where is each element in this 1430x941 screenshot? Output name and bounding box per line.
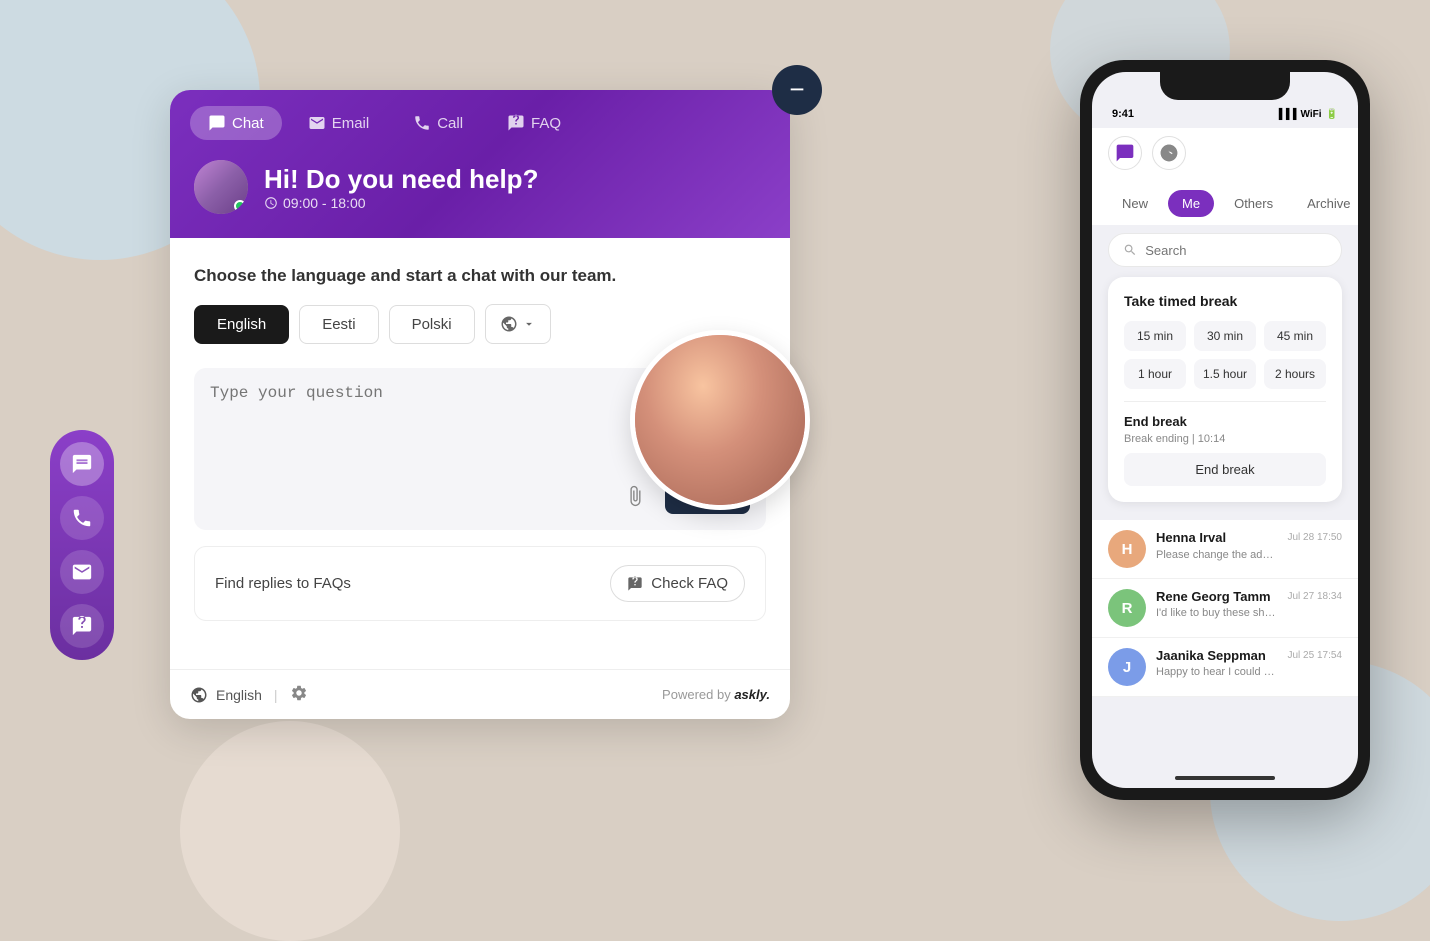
break-card: Take timed break 15 min 30 min 45 min 1 … xyxy=(1108,277,1342,502)
phone-mockup: 9:41 ▐▐▐ WiFi 🔋 xyxy=(1080,60,1370,800)
faq-text: Find replies to FAQs xyxy=(215,575,351,592)
phone-tab-me[interactable]: Me xyxy=(1168,190,1214,217)
chat-item-3[interactable]: J Jaanika Seppman Happy to hear I could … xyxy=(1092,638,1358,697)
chat-name-1: Henna Irval xyxy=(1156,530,1278,545)
gear-icon xyxy=(290,684,308,702)
break-15min[interactable]: 15 min xyxy=(1124,321,1186,351)
chat-avatar-2: R xyxy=(1108,589,1146,627)
chat-avatar-3: J xyxy=(1108,648,1146,686)
chat-widget-container: − Chat Email Call FAQ xyxy=(170,90,790,719)
language-prompt: Choose the language and start a chat wit… xyxy=(194,266,766,286)
lang-more-button[interactable] xyxy=(485,304,551,344)
minimize-button[interactable]: − xyxy=(772,65,822,115)
break-card-title: Take timed break xyxy=(1124,293,1326,309)
end-break-title: End break xyxy=(1124,414,1326,429)
break-30min[interactable]: 30 min xyxy=(1194,321,1256,351)
sidebar-email-icon[interactable] xyxy=(60,550,104,594)
search-icon xyxy=(1123,242,1137,258)
tab-faq[interactable]: FAQ xyxy=(489,106,579,140)
attach-button[interactable] xyxy=(617,478,653,514)
sidebar-faq-icon[interactable] xyxy=(60,604,104,648)
phone-app-header xyxy=(1092,128,1358,182)
tab-chat[interactable]: Chat xyxy=(190,106,282,140)
end-break-section: End break Break ending | 10:14 End break xyxy=(1124,401,1326,486)
chat-msg-3: Happy to hear I could help you. Thank yo… xyxy=(1156,666,1278,678)
phone-notch xyxy=(1160,72,1290,100)
globe-icon xyxy=(190,686,208,704)
break-1hour[interactable]: 1 hour xyxy=(1124,359,1186,389)
break-1-5hour[interactable]: 1.5 hour xyxy=(1194,359,1256,389)
sidebar-icon-panel xyxy=(50,430,114,660)
check-faq-button[interactable]: Check FAQ xyxy=(610,565,745,602)
tab-email[interactable]: Email xyxy=(290,106,388,140)
break-45min[interactable]: 45 min xyxy=(1264,321,1326,351)
chat-item-1[interactable]: H Henna Irval Please change the address,… xyxy=(1092,520,1358,579)
chat-msg-1: Please change the address, we have moved… xyxy=(1156,548,1278,561)
lang-btn-eesti[interactable]: Eesti xyxy=(299,305,378,344)
phone-home-bar xyxy=(1175,776,1275,780)
search-input[interactable] xyxy=(1145,243,1327,258)
background-blob-bottom-left xyxy=(180,721,400,941)
lang-btn-polski[interactable]: Polski xyxy=(389,305,475,344)
sidebar-chat-icon[interactable] xyxy=(60,442,104,486)
chat-time-1: Jul 28 17:50 xyxy=(1288,532,1343,543)
phone-screen: 9:41 ▐▐▐ WiFi 🔋 xyxy=(1092,72,1358,788)
app-logo-clock[interactable] xyxy=(1152,136,1186,170)
widget-header: Chat Email Call FAQ xyxy=(170,90,790,238)
agent-photo-large xyxy=(630,330,810,510)
agent-text: Hi! Do you need help? 09:00 - 18:00 xyxy=(264,164,538,211)
chat-msg-2: I'd like to buy these shoes, can you del… xyxy=(1156,607,1278,619)
phone-frame: 9:41 ▐▐▐ WiFi 🔋 xyxy=(1080,60,1370,800)
break-ending-text: Break ending | 10:14 xyxy=(1124,433,1326,445)
app-logo-chat[interactable] xyxy=(1108,136,1142,170)
chat-list: H Henna Irval Please change the address,… xyxy=(1092,512,1358,705)
break-time-grid: 15 min 30 min 45 min 1 hour 1.5 hour 2 h… xyxy=(1124,321,1326,389)
phone-tab-archive[interactable]: Archive xyxy=(1293,190,1358,217)
powered-by: Powered by askly. xyxy=(662,687,770,702)
online-status-dot xyxy=(234,200,246,212)
phone-tab-new[interactable]: New xyxy=(1108,190,1162,217)
chat-name-2: Rene Georg Tamm xyxy=(1156,589,1278,604)
chat-avatar-1: H xyxy=(1108,530,1146,568)
chat-item-2[interactable]: R Rene Georg Tamm I'd like to buy these … xyxy=(1092,579,1358,638)
widget-tabs: Chat Email Call FAQ xyxy=(170,90,790,140)
phone-search-bar[interactable] xyxy=(1108,233,1342,267)
phone-tab-others[interactable]: Others xyxy=(1220,190,1287,217)
tab-call[interactable]: Call xyxy=(395,106,481,140)
phone-nav-tabs: New Me Others Archive xyxy=(1092,182,1358,225)
widget-agent-info: Hi! Do you need help? 09:00 - 18:00 xyxy=(170,140,790,238)
end-break-button[interactable]: End break xyxy=(1124,453,1326,486)
widget-footer: English | Powered by askly. xyxy=(170,669,790,719)
sidebar-call-icon[interactable] xyxy=(60,496,104,540)
footer-language: English xyxy=(216,687,262,703)
agent-greeting: Hi! Do you need help? xyxy=(264,164,538,195)
faq-section: Find replies to FAQs Check FAQ xyxy=(194,546,766,621)
chat-time-2: Jul 27 18:34 xyxy=(1288,591,1343,602)
chat-name-3: Jaanika Seppman xyxy=(1156,648,1278,663)
lang-btn-english[interactable]: English xyxy=(194,305,289,344)
settings-button[interactable] xyxy=(290,684,308,705)
agent-hours: 09:00 - 18:00 xyxy=(264,195,538,211)
chat-time-3: Jul 25 17:54 xyxy=(1288,650,1343,661)
agent-avatar xyxy=(194,160,248,214)
break-2hours[interactable]: 2 hours xyxy=(1264,359,1326,389)
